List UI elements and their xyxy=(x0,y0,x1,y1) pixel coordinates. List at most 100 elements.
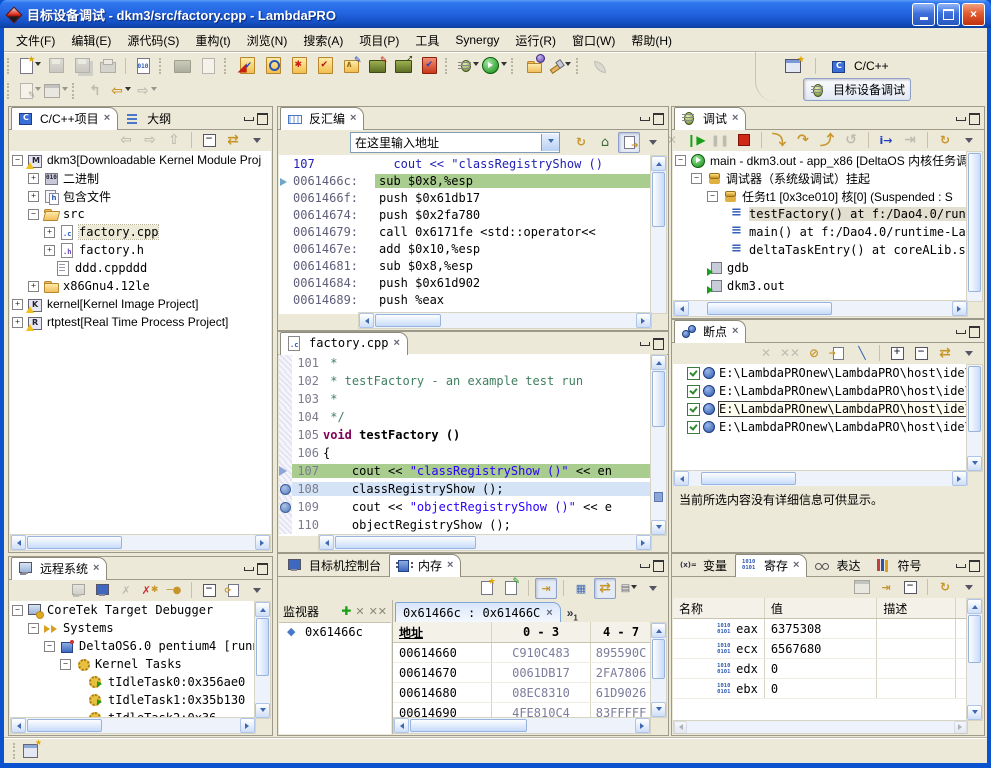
minimize-view-icon[interactable] xyxy=(244,563,253,572)
scroll-down-icon[interactable] xyxy=(651,520,666,535)
collapse-icon[interactable]: − xyxy=(691,173,702,184)
close-icon[interactable]: × xyxy=(793,560,799,570)
close-icon[interactable]: × xyxy=(93,563,99,573)
scroll-thumb[interactable] xyxy=(335,536,476,549)
toolbar-grip[interactable] xyxy=(511,58,516,74)
folder-export-icon[interactable]: ➚ xyxy=(390,54,416,78)
remove-session-icon[interactable]: ✕ xyxy=(661,130,683,151)
add-monitor-icon[interactable]: ✚ xyxy=(341,604,351,618)
vertical-scrollbar[interactable] xyxy=(966,151,983,302)
build-all-button[interactable] xyxy=(195,54,221,78)
instruction-stepping-icon[interactable]: i→ xyxy=(875,130,897,151)
remove-all-breakpoints-icon[interactable]: ✕✕ xyxy=(779,343,801,364)
toolbar-grip[interactable] xyxy=(7,83,12,99)
open-perspective-button[interactable]: ★ xyxy=(779,56,807,76)
breakpoint-row[interactable]: E:\LambdaPROnew\LambdaPRO\host\ide\platf… xyxy=(673,418,968,436)
current-code-line[interactable]: 107 cout << "classRegistryShow ()" << en xyxy=(279,462,652,480)
column-4-7[interactable]: 4 - 7 xyxy=(591,622,651,642)
maximize-view-icon[interactable] xyxy=(653,560,664,572)
menu-run[interactable]: 运行(R) xyxy=(507,29,564,52)
step-into-icon[interactable]: ⤵ xyxy=(768,130,790,151)
breakpoint-icon[interactable] xyxy=(280,484,291,495)
toolbar-grip[interactable] xyxy=(445,58,450,74)
collapse-icon[interactable]: − xyxy=(12,605,23,616)
show-supported-icon[interactable]: ╲ xyxy=(851,343,873,364)
view-menu-chevron-icon[interactable] xyxy=(642,578,664,599)
add-target-icon[interactable]: ─● xyxy=(163,580,185,601)
scroll-right-icon[interactable] xyxy=(952,301,967,316)
expand-icon[interactable]: + xyxy=(12,317,23,328)
binary-view-button[interactable] xyxy=(130,54,156,78)
collapse-icon[interactable]: − xyxy=(44,641,55,652)
code-line[interactable]: 109 cout << "objectRegistryShow ()" << e xyxy=(279,498,652,516)
scroll-left-icon[interactable] xyxy=(319,535,334,550)
save-all-button[interactable] xyxy=(69,54,95,78)
maximize-view-icon[interactable] xyxy=(653,113,664,125)
tree-row[interactable]: −dkm3[Downloadable Kernel Module Proj xyxy=(10,151,271,169)
breakpoint-icon[interactable] xyxy=(280,502,291,513)
asm-source-row[interactable]: 107 cout << "classRegistryShow () xyxy=(279,155,652,172)
minimize-view-icon[interactable] xyxy=(956,113,965,122)
breakpoint-checkbox[interactable] xyxy=(687,367,700,380)
scroll-right-icon[interactable] xyxy=(255,535,270,550)
use-step-filters-icon[interactable]: ⇥ xyxy=(899,130,921,151)
toolbar-grip[interactable] xyxy=(72,83,77,99)
close-button[interactable]: × xyxy=(962,3,985,26)
red-doc-check-icon[interactable]: ✔ xyxy=(416,54,442,78)
column-name[interactable]: 名称 xyxy=(673,598,765,618)
scroll-up-icon[interactable] xyxy=(651,623,666,638)
step-return-icon[interactable]: ⤴ xyxy=(816,130,838,151)
close-icon[interactable]: × xyxy=(732,113,738,123)
code-line[interactable]: 104 */ xyxy=(279,408,652,426)
collapse-icon[interactable]: − xyxy=(28,209,39,220)
column-description[interactable]: 描述 xyxy=(877,598,956,618)
close-icon[interactable]: × xyxy=(546,608,552,618)
collapse-icon[interactable]: − xyxy=(60,659,71,670)
maximize-view-icon[interactable] xyxy=(653,338,664,350)
asm-current-row[interactable]: 0061466c:sub $0x8,%esp xyxy=(279,172,652,189)
new-connection-icon[interactable]: ✗✱ xyxy=(139,580,161,601)
tree-row[interactable]: main() at f:/Dao4.0/runtime-Lambda xyxy=(673,223,968,241)
monitor-row[interactable]: 0x61466c xyxy=(279,623,391,641)
horizontal-scrollbar[interactable] xyxy=(673,720,968,734)
refresh-icon[interactable]: ↻ xyxy=(934,577,956,598)
horizontal-scrollbar[interactable] xyxy=(10,717,256,734)
maximize-view-icon[interactable] xyxy=(969,560,980,572)
link-with-editor-icon[interactable]: ⇄ xyxy=(222,130,244,151)
minimize-view-icon[interactable] xyxy=(244,113,253,122)
tab-factory-cpp[interactable]: factory.cpp × xyxy=(280,332,408,355)
tab-overflow-chevron[interactable]: »1 xyxy=(567,606,578,622)
suspend-icon[interactable]: ❚❚ xyxy=(709,130,731,151)
last-edit-location-button[interactable]: ✎ xyxy=(17,79,43,103)
toolbar-grip[interactable] xyxy=(159,58,164,74)
tab-target-console[interactable]: 目标机控制台 xyxy=(280,554,389,576)
perspective-debug-button[interactable]: 目标设备调试 xyxy=(803,78,911,101)
scroll-thumb[interactable] xyxy=(256,618,269,676)
view-menu-chevron-icon[interactable] xyxy=(958,343,980,364)
tab-registers[interactable]: 寄存 × xyxy=(735,554,807,577)
show-type-names-icon[interactable] xyxy=(851,577,873,598)
disassembly-content[interactable]: 107 cout << "classRegistryShow () 006146… xyxy=(279,155,652,314)
collapse-icon[interactable]: − xyxy=(28,623,39,634)
memory-row[interactable]: 00614680 08EC8310 61D9026 xyxy=(393,683,651,703)
scroll-left-icon[interactable] xyxy=(674,471,689,486)
remove-all-monitors-icon[interactable]: ✕✕ xyxy=(369,605,387,618)
tab-outline[interactable]: 大纲 xyxy=(118,107,179,129)
maximize-view-icon[interactable] xyxy=(969,326,980,338)
refresh-icon[interactable]: ↻ xyxy=(934,130,956,151)
scroll-right-icon[interactable] xyxy=(952,471,967,486)
tree-row[interactable]: gdb xyxy=(673,259,968,277)
forward-nav-icon[interactable]: ⇨ xyxy=(139,130,161,151)
connect-target-icon[interactable] xyxy=(91,580,113,601)
goto-file-icon[interactable]: ➜ xyxy=(827,343,849,364)
combo-dropdown-icon[interactable] xyxy=(541,134,559,151)
collapse-all-icon[interactable]: − xyxy=(198,580,220,601)
tree-row[interactable]: +factory.h xyxy=(10,241,271,259)
maximize-view-icon[interactable] xyxy=(257,113,268,125)
breakpoint-row[interactable]: E:\LambdaPROnew\LambdaPRO\host\ide\platf… xyxy=(673,382,968,400)
close-icon[interactable]: × xyxy=(104,113,110,123)
scroll-right-icon[interactable] xyxy=(954,721,967,734)
scroll-thumb[interactable] xyxy=(968,366,981,432)
memory-row[interactable]: 00614690 4FE810C4 83FFFFF xyxy=(393,703,651,718)
maximize-view-icon[interactable] xyxy=(257,563,268,575)
